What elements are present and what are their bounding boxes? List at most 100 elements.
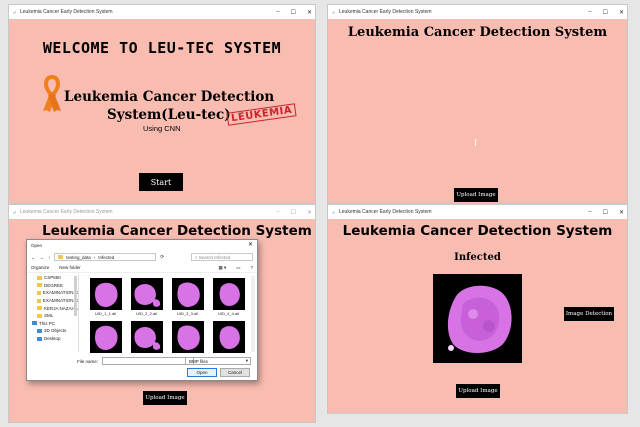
file-item[interactable]: UID_4_4.all [208, 278, 249, 317]
nav-item[interactable]: DEGREE [29, 282, 78, 290]
help-icon[interactable]: ? [250, 265, 253, 270]
cancel-button[interactable]: Cancel [220, 368, 250, 377]
refresh-icon[interactable]: ⟳ [160, 254, 164, 260]
folder-icon [37, 275, 42, 280]
file-name-row: File name: [77, 357, 195, 365]
leukemia-stamp: LEUKEMIA [226, 103, 297, 126]
file-item[interactable]: UID_1_1.all [85, 278, 126, 317]
nav-item[interactable]: EXAMINATION R [29, 297, 78, 305]
nav-item[interactable]: SML [29, 312, 78, 320]
upload-image-button[interactable]: Upload Image [456, 384, 500, 398]
dialog-title: Open [31, 243, 43, 248]
nav-item[interactable]: CSP650 [29, 274, 78, 282]
close-icon[interactable]: ✕ [248, 241, 253, 248]
file-thumbnail [171, 321, 204, 353]
file-name-input[interactable] [102, 357, 195, 365]
folder-icon [37, 290, 41, 295]
nav-item[interactable]: This PC [29, 320, 78, 328]
folder-icon [37, 283, 42, 288]
upload-image-button[interactable]: Upload Image [143, 391, 187, 405]
close-icon[interactable]: ✕ [307, 9, 312, 16]
file-item[interactable] [85, 321, 126, 360]
breadcrumb-item[interactable]: testing_data [66, 255, 91, 260]
nav-item[interactable]: Desktop [29, 335, 78, 343]
desktop-icon [37, 336, 42, 341]
file-item[interactable]: UID_2_2.all [126, 278, 167, 317]
using-cnn-label: Using CNN [143, 124, 181, 133]
nav-scrollbar[interactable] [74, 276, 77, 316]
back-arrow-icon[interactable]: ← [31, 255, 36, 260]
start-button[interactable]: Start [139, 173, 183, 191]
file-thumbnail [130, 321, 163, 353]
detected-cell-image [433, 274, 522, 363]
ribbon-icon [43, 75, 61, 112]
file-thumbnail [89, 278, 122, 310]
logo-line-1: Leukemia Cancer Detection [64, 89, 275, 105]
maximize-icon[interactable]: ☐ [291, 209, 296, 216]
up-arrow-icon[interactable]: ↑ [48, 255, 50, 260]
file-item[interactable] [126, 321, 167, 360]
path-box[interactable]: testing_data › Infected [54, 253, 157, 261]
navigation-pane: CSP650 DEGREE EXAMINATION R EXAMINATION … [29, 274, 79, 352]
folder-icon [37, 313, 42, 318]
search-placeholder: Search Infected [198, 254, 231, 260]
feather-icon [13, 10, 16, 14]
page-title: Leukemia Cancer Detection System [42, 223, 312, 239]
title-bar[interactable]: Leukemia Cancer Early Detection System –… [328, 205, 627, 219]
result-label: Infected [454, 252, 501, 263]
minimize-icon[interactable]: – [276, 9, 279, 15]
minimize-icon[interactable]: – [588, 9, 591, 15]
open-file-dialog: Open ✕ ← → ↑ testing_data › Infected ⟳ ⌕… [26, 239, 258, 381]
feather-icon [332, 210, 335, 214]
folder-icon [58, 255, 64, 259]
new-folder-button[interactable]: New folder [59, 265, 81, 270]
close-icon[interactable]: ✕ [307, 209, 312, 216]
open-button[interactable]: Open [187, 368, 217, 377]
close-icon[interactable]: ✕ [619, 209, 624, 216]
nav-item[interactable]: 3D Objects [29, 327, 78, 335]
search-icon: ⌕ [195, 254, 198, 260]
title-bar[interactable]: Leukemia Cancer Early Detection System –… [328, 5, 627, 19]
file-item[interactable] [208, 321, 249, 360]
maximize-icon[interactable]: ☐ [291, 9, 296, 16]
minimize-icon[interactable]: – [276, 209, 279, 215]
file-name: UID_2_2.all [136, 311, 157, 316]
forward-arrow-icon[interactable]: → [40, 255, 45, 260]
maximize-icon[interactable]: ☐ [603, 9, 608, 16]
file-item[interactable] [167, 321, 208, 360]
breadcrumb-item[interactable]: Infected [98, 255, 114, 260]
window-title: Leukemia Cancer Early Detection System [339, 9, 432, 15]
close-icon[interactable]: ✕ [619, 9, 624, 16]
nav-item[interactable]: EXAMINATION R [29, 289, 78, 297]
chevron-down-icon: ▾ [245, 358, 248, 363]
preview-pane-icon[interactable]: ▭ [236, 265, 240, 271]
file-name: UID_3_3.all [177, 311, 198, 316]
window-title: Leukemia Cancer Early Detection System [20, 209, 113, 215]
organize-button[interactable]: Organize [31, 265, 49, 270]
feather-icon [332, 10, 335, 14]
upload-image-button[interactable]: Upload Image [454, 188, 498, 202]
cube-icon [37, 328, 42, 333]
file-scrollbar[interactable] [251, 276, 255, 352]
file-thumbnail [89, 321, 122, 353]
window-title: Leukemia Cancer Early Detection System [339, 209, 432, 215]
search-input[interactable]: ⌕ Search Infected [191, 253, 253, 261]
file-thumbnail [130, 278, 163, 310]
dialog-title-bar[interactable]: Open ✕ [27, 240, 257, 251]
file-thumbnail [212, 321, 245, 353]
view-options-icon[interactable]: ▦ ▾ [218, 265, 226, 271]
page-title: Leukemia Cancer Detection System [342, 223, 613, 239]
image-detection-button[interactable]: Image Detection [564, 307, 614, 321]
file-item[interactable]: UID_3_3.all [167, 278, 208, 317]
nav-item[interactable]: KERJA NAZAHA [29, 304, 78, 312]
minimize-icon[interactable]: – [588, 209, 591, 215]
file-name: UID_4_4.all [218, 311, 239, 316]
file-thumbnail [212, 278, 245, 310]
command-bar: Organize New folder ▦ ▾ ▭ ? [27, 263, 257, 273]
title-bar[interactable]: Leukemia Cancer Early Detection System –… [9, 205, 315, 219]
title-bar[interactable]: Leukemia Cancer Early Detection System –… [9, 5, 315, 19]
logo-line-2: System(Leu-tec) [107, 107, 231, 123]
file-name-label: File name: [77, 358, 99, 364]
file-type-select[interactable]: BMP files ▾ [185, 357, 251, 365]
maximize-icon[interactable]: ☐ [603, 209, 608, 216]
